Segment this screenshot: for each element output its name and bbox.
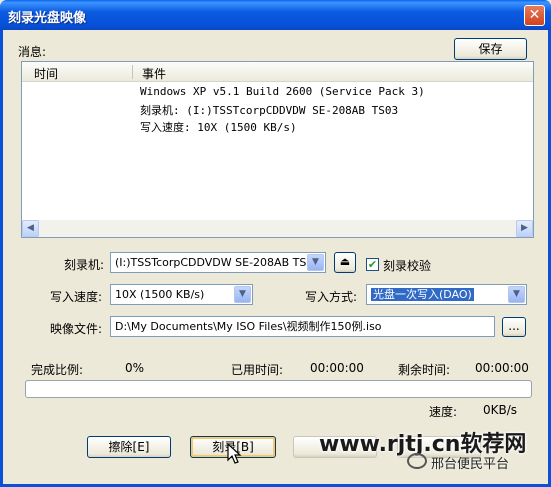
completed-label: 完成比例: xyxy=(31,363,84,377)
close-button[interactable]: ✕ xyxy=(524,5,545,26)
burner-label: 刻录机: xyxy=(64,258,105,272)
speed-select[interactable]: 10X (1500 KB/s) ▼ xyxy=(110,284,253,305)
remaining-value: 00:00:00 xyxy=(475,361,529,375)
list-item: Windows XP v5.1 Build 2600 (Service Pack… xyxy=(140,85,425,98)
list-item: 刻录机: (I:)TSSTcorpCDDVDW SE-208AB TS03 xyxy=(140,104,399,117)
list-header: 时间 事件 xyxy=(22,62,533,82)
cursor-icon xyxy=(227,443,242,464)
chevron-down-icon[interactable]: ▼ xyxy=(307,254,324,271)
image-file-label: 映像文件: xyxy=(50,322,103,336)
image-file-field[interactable]: D:\My Documents\My ISO Files\视频制作150例.is… xyxy=(110,316,495,337)
elapsed-value: 00:00:00 xyxy=(310,361,364,375)
list-item: 写入速度: 10X (1500 KB/s) xyxy=(140,121,297,134)
elapsed-label: 已用时间: xyxy=(231,363,284,377)
write-mode-select[interactable]: 光盘一次写入(DAO) ▼ xyxy=(366,284,527,305)
speed-value: 10X (1500 KB/s) xyxy=(115,288,205,301)
title-bar: 刻录光盘映像 ✕ xyxy=(0,0,551,30)
column-time[interactable]: 时间 xyxy=(34,65,58,82)
eject-button[interactable]: ⏏ xyxy=(334,252,356,273)
column-separator xyxy=(132,65,133,79)
horizontal-scrollbar[interactable]: ◀ ▶ xyxy=(22,220,533,237)
scroll-left-icon[interactable]: ◀ xyxy=(22,220,39,237)
scroll-right-icon[interactable]: ▶ xyxy=(516,220,533,237)
speed-status-label: 速度: xyxy=(429,405,458,419)
erase-button[interactable]: 擦除[E] xyxy=(87,436,171,458)
messages-label: 消息: xyxy=(18,45,47,59)
mode-label: 写入方式: xyxy=(305,290,358,304)
burner-value: (I:)TSSTcorpCDDVDW SE-208AB TS03 xyxy=(115,256,321,269)
burn-image-dialog: 刻录光盘映像 ✕ 消息: 保存 时间 事件 Windows XP v5.1 Bu… xyxy=(0,0,551,487)
remaining-label: 剩余时间: xyxy=(398,363,451,377)
write-mode-value: 光盘一次写入(DAO) xyxy=(371,288,474,301)
completed-value: 0% xyxy=(125,361,145,375)
column-event[interactable]: 事件 xyxy=(142,65,166,82)
eject-icon: ⏏ xyxy=(339,255,351,268)
chevron-down-icon[interactable]: ▼ xyxy=(508,286,525,303)
verify-label: 刻录校验 xyxy=(383,259,432,273)
browse-button[interactable]: ... xyxy=(502,317,526,337)
messages-list[interactable]: 时间 事件 Windows XP v5.1 Build 2600 (Servic… xyxy=(21,61,534,238)
wechat-logo-icon xyxy=(407,453,427,469)
save-button[interactable]: 保存 xyxy=(454,38,527,60)
speed-status-value: 0KB/s xyxy=(483,403,518,417)
speed-label: 写入速度: xyxy=(50,290,103,304)
watermark-subtitle: 邢台便民平台 xyxy=(431,457,510,472)
progress-bar xyxy=(25,380,532,398)
verify-checkbox[interactable]: ✔ xyxy=(366,258,379,271)
burner-select[interactable]: (I:)TSSTcorpCDDVDW SE-208AB TS03 ▼ xyxy=(110,252,326,273)
chevron-down-icon[interactable]: ▼ xyxy=(234,286,251,303)
window-title: 刻录光盘映像 xyxy=(8,11,87,26)
